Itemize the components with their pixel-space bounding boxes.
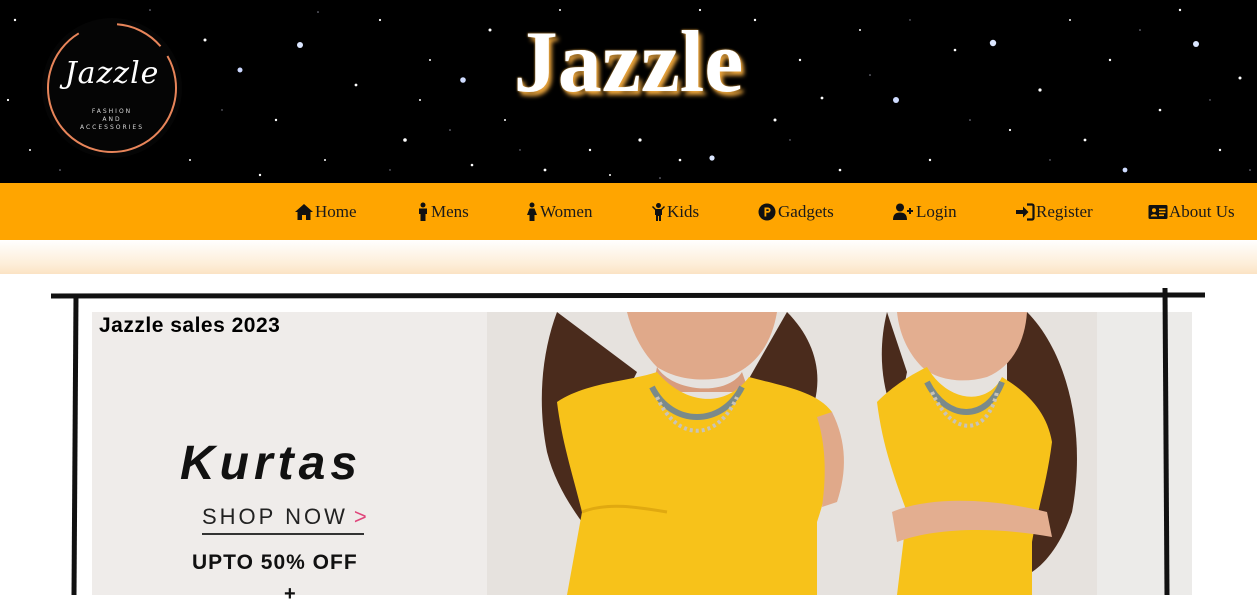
nav-label-about-us: About Us	[1169, 202, 1235, 221]
nav-item-register[interactable]: Register	[1015, 200, 1093, 224]
male-icon	[416, 202, 430, 222]
nav-label-kids: Kids	[667, 202, 700, 221]
section-divider	[0, 240, 1257, 274]
shop-now-underline	[202, 533, 364, 535]
nav-label-gadgets: Gadgets	[778, 202, 834, 221]
nav-item-gadgets[interactable]: Gadgets	[757, 200, 834, 224]
home-icon	[294, 202, 314, 222]
site-header: Jazzle FASHION AND ACCESSORIES Jazzle	[0, 0, 1257, 183]
banner-sale-title: Jazzle sales 2023	[99, 314, 281, 337]
nav-label-women: Women	[540, 202, 593, 221]
shop-now-link[interactable]: SHOP NOW >	[202, 504, 367, 530]
nav-item-mens[interactable]: Mens	[416, 200, 469, 224]
nav-label-home: Home	[315, 202, 357, 221]
site-title: Jazzle	[513, 14, 744, 111]
banner-product-heading: Kurtas	[180, 437, 363, 490]
chevron-right-icon: >	[353, 504, 367, 529]
nav-item-about-us[interactable]: About Us	[1148, 200, 1235, 224]
logo-tagline-line-3: ACCESSORIES	[79, 124, 145, 131]
nav-label-mens: Mens	[431, 202, 469, 221]
sign-in-icon	[1015, 202, 1035, 222]
nav-item-kids[interactable]: Kids	[651, 200, 699, 224]
female-icon	[525, 202, 539, 222]
user-plus-icon	[892, 202, 915, 222]
address-card-icon	[1148, 202, 1168, 222]
shop-now-label: SHOP NOW	[202, 504, 348, 529]
banner-offer-text: UPTO 50% OFF	[192, 551, 358, 574]
child-icon	[651, 202, 666, 222]
main-nav: Home Mens Women Kids Gadgets Login Regis…	[0, 183, 1257, 240]
product-hunt-icon	[757, 202, 777, 222]
nav-item-home[interactable]: Home	[294, 200, 357, 224]
nav-item-login[interactable]: Login	[892, 200, 957, 224]
nav-label-login: Login	[916, 202, 957, 221]
nav-item-women[interactable]: Women	[525, 200, 592, 224]
nav-label-register: Register	[1036, 202, 1093, 221]
